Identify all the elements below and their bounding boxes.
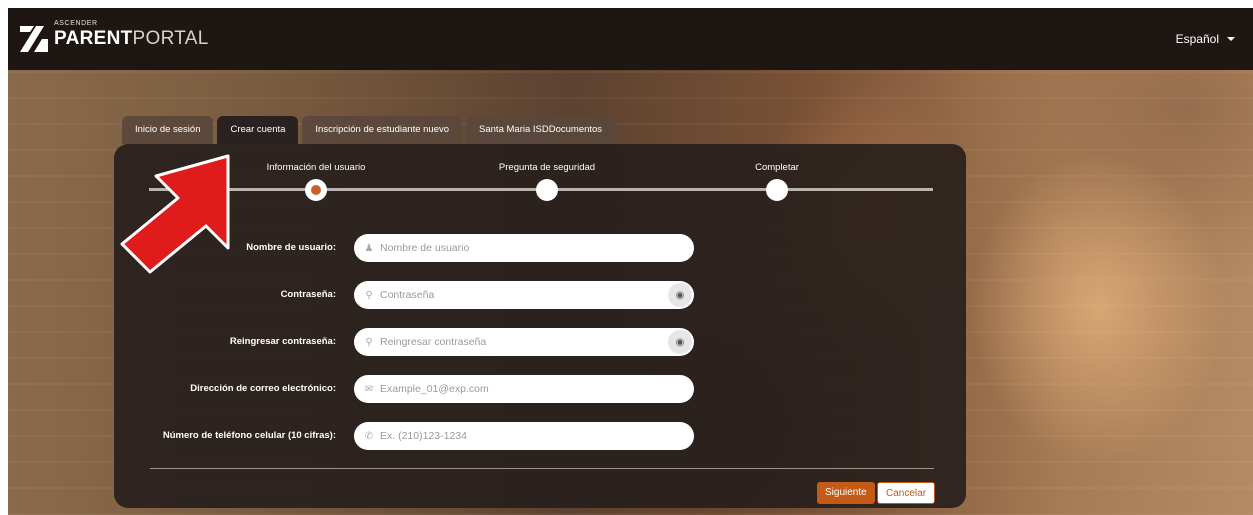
red-arrow-annotation-icon — [120, 154, 230, 274]
logo-ascender-text: ASCENDER — [54, 20, 98, 27]
form-divider — [150, 468, 934, 469]
language-dropdown[interactable]: Español — [1176, 32, 1235, 46]
top-header: ASCENDER PARENTPORTAL Español — [8, 8, 1253, 70]
cancelar-button[interactable]: Cancelar — [877, 482, 936, 504]
tab-inscripcion-estudiante-nuevo[interactable]: Inscripción de estudiante nuevo — [302, 116, 463, 144]
step-label-complete: Completar — [755, 162, 799, 173]
siguiente-button[interactable]: Siguiente — [817, 482, 875, 504]
phone-row: Número de teléfono celular (10 cifras): … — [114, 422, 966, 450]
password-confirm-row: Reingresar contraseña: ⚲ ◉ — [114, 328, 966, 356]
eye-icon[interactable]: ◉ — [668, 330, 692, 354]
tab-crear-cuenta[interactable]: Crear cuenta — [217, 116, 299, 144]
tab-inicio-de-sesion[interactable]: Inicio de sesión — [122, 116, 214, 144]
key-icon: ⚲ — [365, 289, 373, 301]
step-dot-complete — [766, 179, 788, 201]
username-field: ♟ — [354, 234, 694, 262]
portal-tabs: Inicio de sesión Crear cuenta Inscripció… — [122, 116, 616, 144]
logo-portal-text: PORTAL — [132, 28, 209, 49]
step-dot-security-question — [536, 179, 558, 201]
password-confirm-label: Reingresar contraseña: — [229, 336, 336, 347]
email-row: Dirección de correo electrónico: ✉ — [114, 375, 966, 403]
email-label: Dirección de correo electrónico: — [190, 383, 336, 394]
envelope-icon: ✉ — [364, 383, 374, 395]
key-icon: ⚲ — [365, 336, 373, 348]
step-label-user-info: Información del usuario — [266, 162, 366, 173]
password-label: Contraseña: — [280, 289, 336, 300]
password-confirm-input[interactable] — [380, 329, 668, 355]
ascender-parent-portal-logo[interactable]: ASCENDER PARENTPORTAL — [20, 20, 209, 52]
password-input[interactable] — [380, 282, 668, 308]
password-row: Contraseña: ⚲ ◉ — [114, 281, 966, 309]
email-field: ✉ — [354, 375, 694, 403]
eye-icon[interactable]: ◉ — [668, 283, 692, 307]
password-confirm-field: ⚲ ◉ — [354, 328, 694, 356]
portal-window: ASCENDER PARENTPORTAL Español Inicio de … — [8, 8, 1253, 515]
phone-field: ✆ — [354, 422, 694, 450]
caret-down-icon — [1227, 37, 1235, 41]
language-label: Español — [1175, 32, 1219, 46]
logo-parent-text: PARENT — [54, 28, 133, 49]
tab-documentos[interactable]: Santa Maria ISDDocumentos — [466, 116, 616, 144]
phone-label: Número de teléfono celular (10 cifras): — [162, 430, 336, 441]
phone-input[interactable] — [380, 423, 694, 449]
password-field: ⚲ ◉ — [354, 281, 694, 309]
username-input[interactable] — [380, 235, 694, 261]
user-icon: ♟ — [364, 242, 374, 254]
phone-icon: ✆ — [364, 430, 374, 442]
ascender-logo-icon — [20, 26, 48, 52]
step-dot-user-info — [305, 179, 327, 201]
step-label-security-question: Pregunta de seguridad — [498, 162, 596, 173]
email-input[interactable] — [380, 376, 694, 402]
